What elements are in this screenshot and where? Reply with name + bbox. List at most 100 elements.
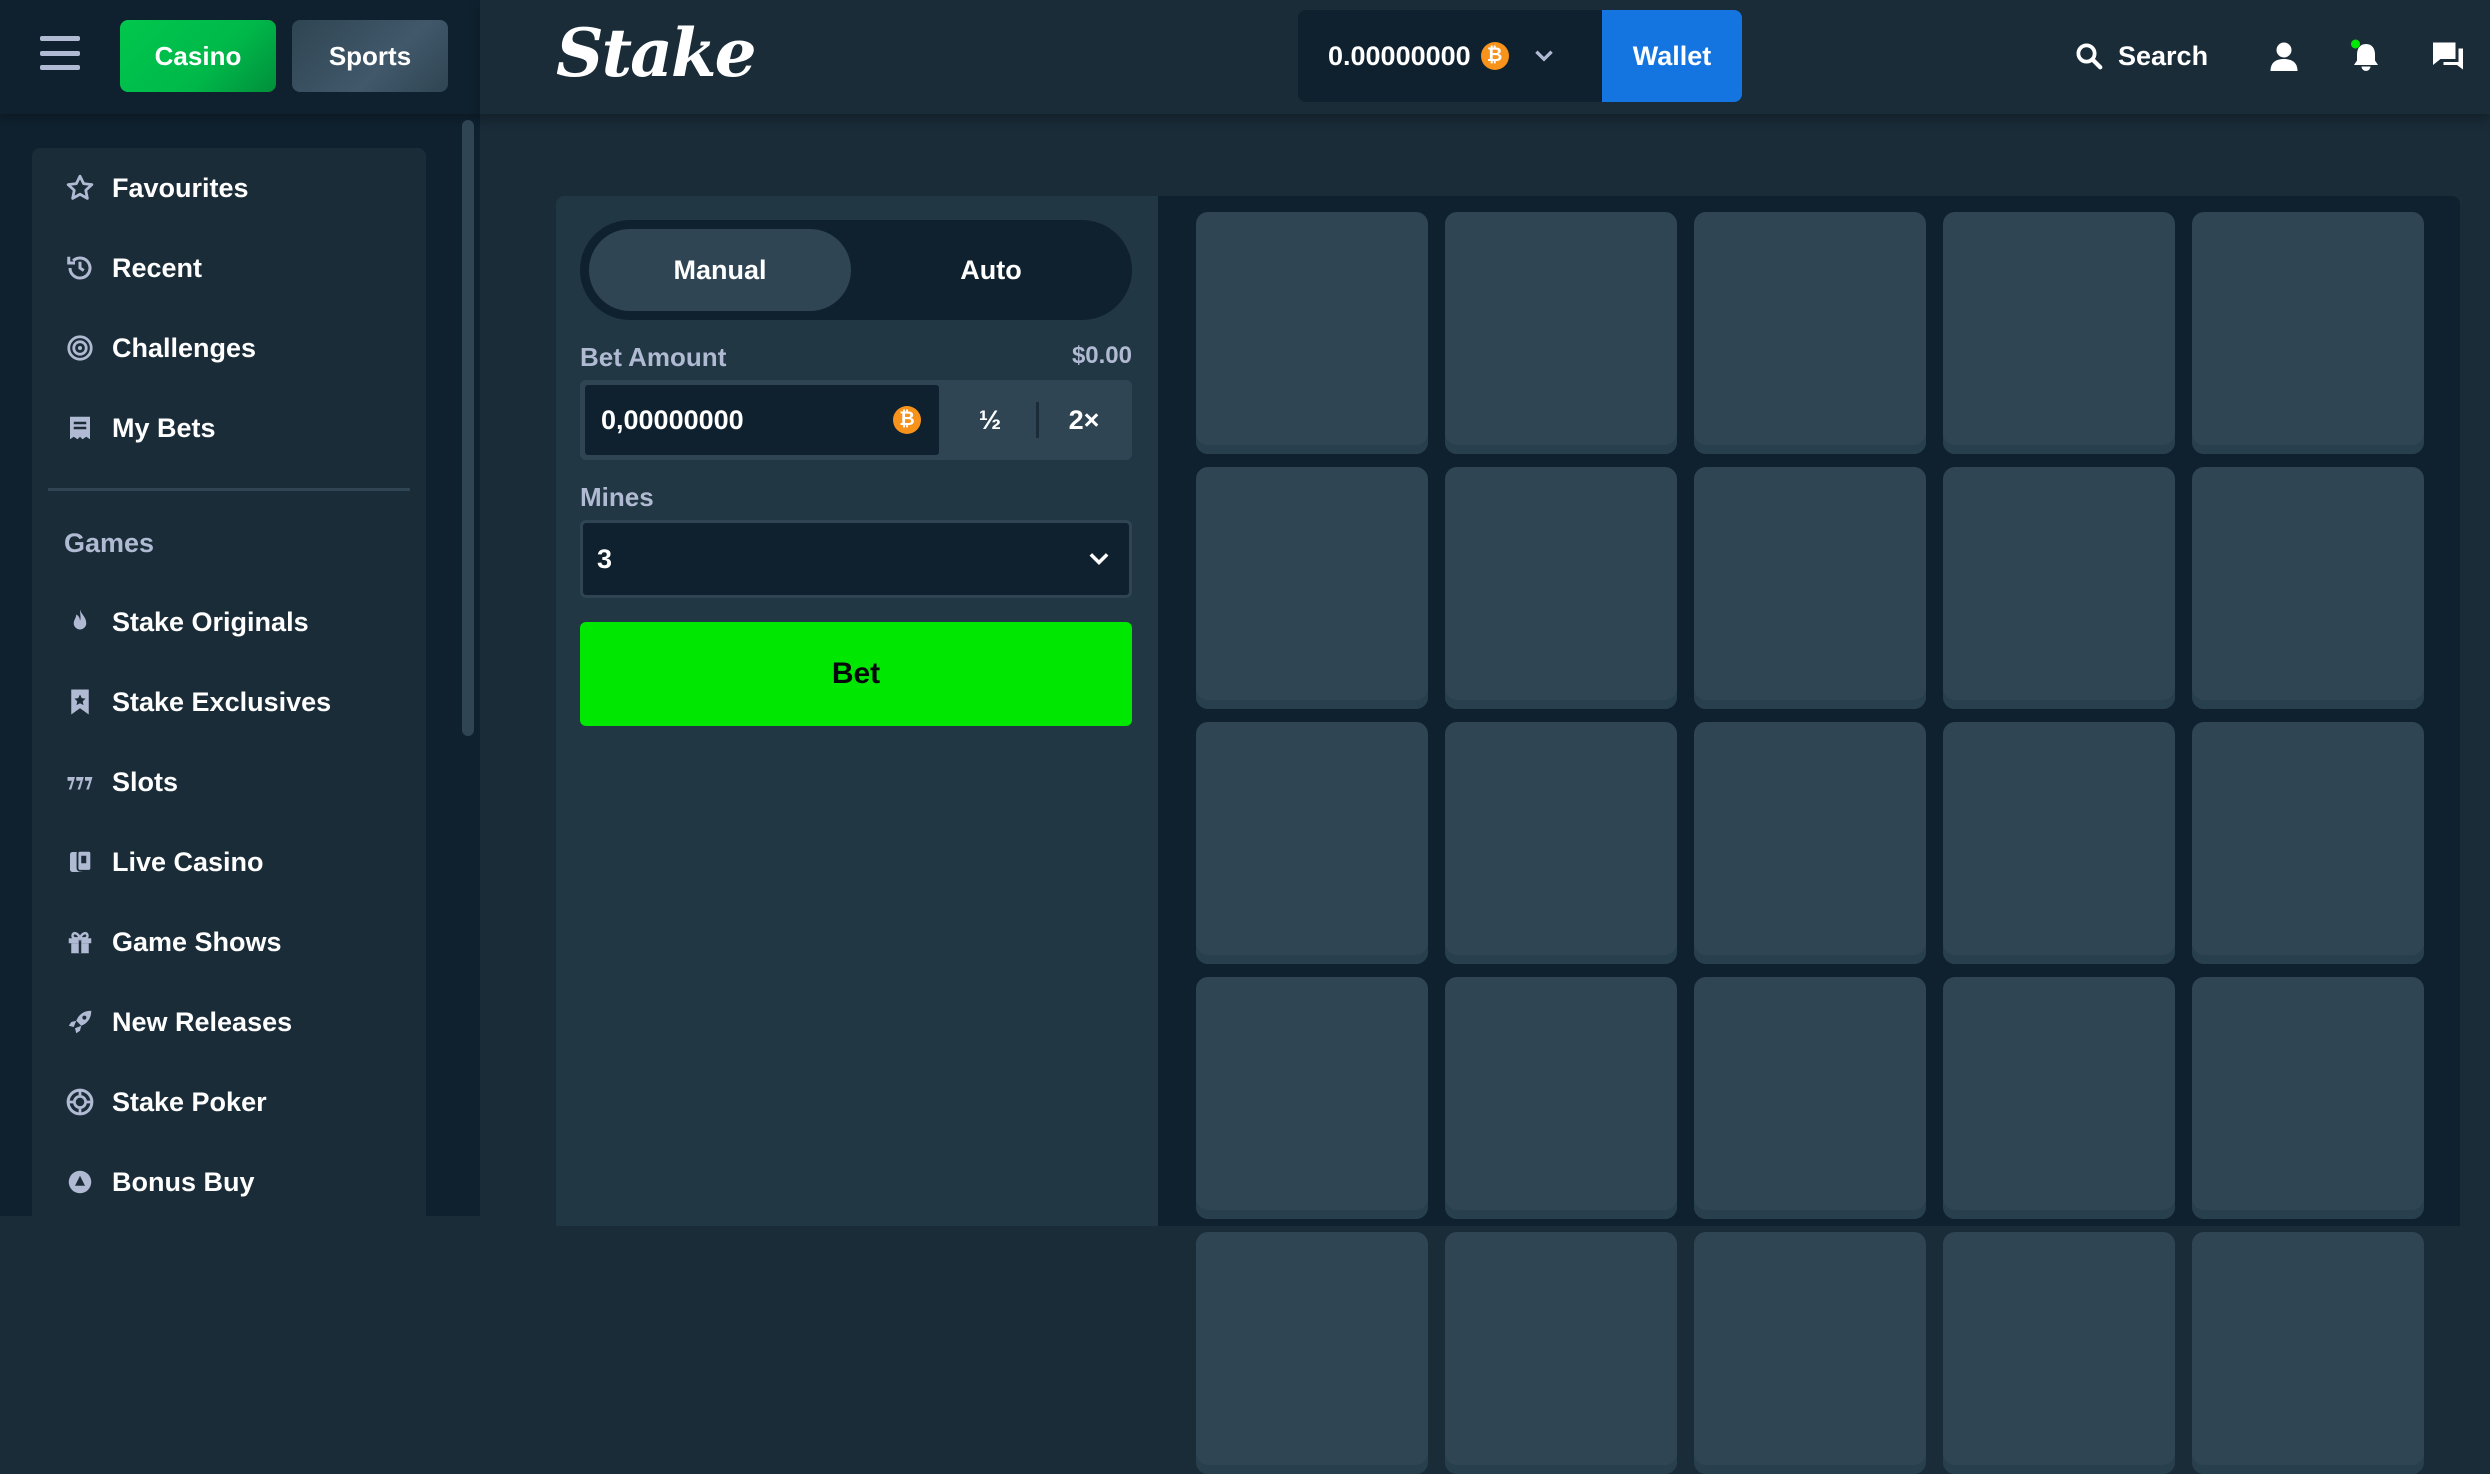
mine-tile[interactable] (1196, 1232, 1428, 1474)
stake-logo[interactable]: Stake (556, 14, 757, 92)
fire-icon (62, 604, 98, 640)
balance-amount: 0.00000000 (1328, 40, 1471, 71)
games-section-label: Games (64, 528, 155, 558)
sidebar-item-my-bets[interactable]: My Bets (62, 398, 402, 458)
notifications-icon[interactable] (2348, 38, 2384, 74)
bet-amount-label-row: Bet Amount $0.00 (580, 342, 1132, 373)
sidebar-item-label: Game Shows (112, 926, 282, 957)
mine-tile[interactable] (1943, 722, 2175, 964)
mines-label: Mines (580, 482, 654, 512)
cards-icon (62, 844, 98, 880)
mine-tile[interactable] (1445, 1232, 1677, 1474)
bet-amount-label: Bet Amount (580, 342, 727, 372)
sidebar-item-slots[interactable]: Slots (62, 752, 402, 812)
mine-tile[interactable] (2192, 467, 2424, 709)
mode-toggle: Manual Auto (580, 220, 1132, 320)
sidebar-item-bonus-buy[interactable]: Bonus Buy (62, 1152, 402, 1212)
sidebar-item-label: Recent (112, 252, 203, 283)
mine-tile[interactable] (1445, 977, 1677, 1219)
bonus-icon (62, 1164, 98, 1200)
double-bet-button[interactable]: 2× (1038, 383, 1130, 457)
mine-tile[interactable] (1943, 212, 2175, 454)
tab-manual[interactable]: Manual (589, 229, 851, 311)
sidebar-item-stake-originals[interactable]: Stake Originals (62, 592, 402, 652)
mine-tile[interactable] (1943, 1232, 2175, 1474)
search-icon (2076, 43, 2103, 70)
search-button[interactable]: Search (2074, 30, 2208, 82)
sidebar-scrollbar[interactable] (462, 120, 474, 736)
mine-tile[interactable] (1943, 467, 2175, 709)
bet-amount-input[interactable]: 0,00000000 ₿ (583, 383, 941, 457)
mine-tile[interactable] (1694, 977, 1926, 1219)
history-icon (62, 250, 98, 286)
rocket-icon (62, 1004, 98, 1040)
bitcoin-icon: ₿ (1480, 42, 1509, 70)
sidebar-item-label: Stake Poker (112, 1086, 267, 1117)
mines-value: 3 (597, 543, 613, 574)
sidebar-divider (48, 488, 410, 491)
mine-tile[interactable] (2192, 1232, 2424, 1474)
sidebar-item-new-releases[interactable]: New Releases (62, 992, 402, 1052)
wallet-button[interactable]: Wallet (1602, 10, 1742, 102)
mine-tile[interactable] (1196, 722, 1428, 964)
sidebar-item-label: Favourites (112, 172, 249, 203)
bet-amount-value: 0,00000000 (601, 404, 744, 435)
tab-auto[interactable]: Auto (860, 229, 1122, 311)
chevron-down-icon (1089, 553, 1109, 565)
sidebar-item-label: New Releases (112, 1006, 293, 1037)
sidebar-item-favourites[interactable]: Favourites (62, 158, 402, 218)
mine-tile[interactable] (2192, 722, 2424, 964)
sidebar-item-label: Stake Exclusives (112, 686, 332, 717)
bitcoin-icon: ₿ (893, 406, 921, 434)
mines-grid (1158, 196, 2460, 1474)
casino-button[interactable]: Casino (120, 20, 276, 92)
sidebar-item-label: Live Casino (112, 846, 264, 877)
sidebar-item-label: Challenges (112, 332, 257, 363)
mine-tile[interactable] (1445, 212, 1677, 454)
sidebar-item-label: Bonus Buy (112, 1166, 255, 1197)
bet-button[interactable]: Bet (580, 622, 1132, 726)
top-header: Stake 0.00000000 ₿ Wallet Search (480, 0, 2490, 114)
mine-tile[interactable] (1445, 722, 1677, 964)
sidebar-item-stake-poker[interactable]: Stake Poker (62, 1072, 402, 1132)
sports-button[interactable]: Sports (292, 20, 448, 92)
sidebar-header: Casino Sports (0, 0, 480, 114)
half-bet-button[interactable]: ½ (944, 383, 1036, 457)
sidebar-item-label: My Bets (112, 412, 216, 443)
bookmark-star-icon (62, 684, 98, 720)
user-icon[interactable] (2266, 38, 2302, 74)
slots-icon (62, 764, 98, 800)
bet-amount-usd: $0.00 (1071, 342, 1132, 369)
hamburger-icon[interactable] (40, 36, 80, 70)
receipt-icon (62, 410, 98, 446)
sidebar-item-game-shows[interactable]: Game Shows (62, 912, 402, 972)
chat-icon[interactable] (2430, 38, 2466, 74)
mine-tile[interactable] (1196, 977, 1428, 1219)
mine-tile[interactable] (1694, 212, 1926, 454)
mines-select[interactable]: 3 (580, 520, 1132, 598)
mine-tile[interactable] (1196, 212, 1428, 454)
sidebar-item-label: Stake Originals (112, 606, 309, 637)
target-icon (62, 330, 98, 366)
balance-selector[interactable]: 0.00000000 ₿ (1298, 10, 1602, 102)
mine-tile[interactable] (1694, 1232, 1926, 1474)
bet-amount-group: 0,00000000 ₿ ½ 2× (580, 380, 1132, 460)
mine-tile[interactable] (1196, 467, 1428, 709)
sidebar: Casino Sports Favourites Recent Challeng… (0, 0, 480, 1228)
mine-tile[interactable] (1445, 467, 1677, 709)
mine-tile[interactable] (1943, 977, 2175, 1219)
poker-chip-icon (62, 1084, 98, 1120)
bet-controls-panel: Manual Auto Bet Amount $0.00 0,00000000 … (556, 196, 1158, 1226)
mine-tile[interactable] (1694, 467, 1926, 709)
sidebar-item-recent[interactable]: Recent (62, 238, 402, 298)
sidebar-item-label: Slots (112, 766, 179, 797)
gift-icon (62, 924, 98, 960)
sidebar-item-live-casino[interactable]: Live Casino (62, 832, 402, 892)
sidebar-item-stake-exclusives[interactable]: Stake Exclusives (62, 672, 402, 732)
mine-tile[interactable] (2192, 977, 2424, 1219)
chevron-down-icon (1534, 50, 1553, 62)
sidebar-item-challenges[interactable]: Challenges (62, 318, 402, 378)
star-icon (62, 170, 98, 206)
mine-tile[interactable] (2192, 212, 2424, 454)
mine-tile[interactable] (1694, 722, 1926, 964)
